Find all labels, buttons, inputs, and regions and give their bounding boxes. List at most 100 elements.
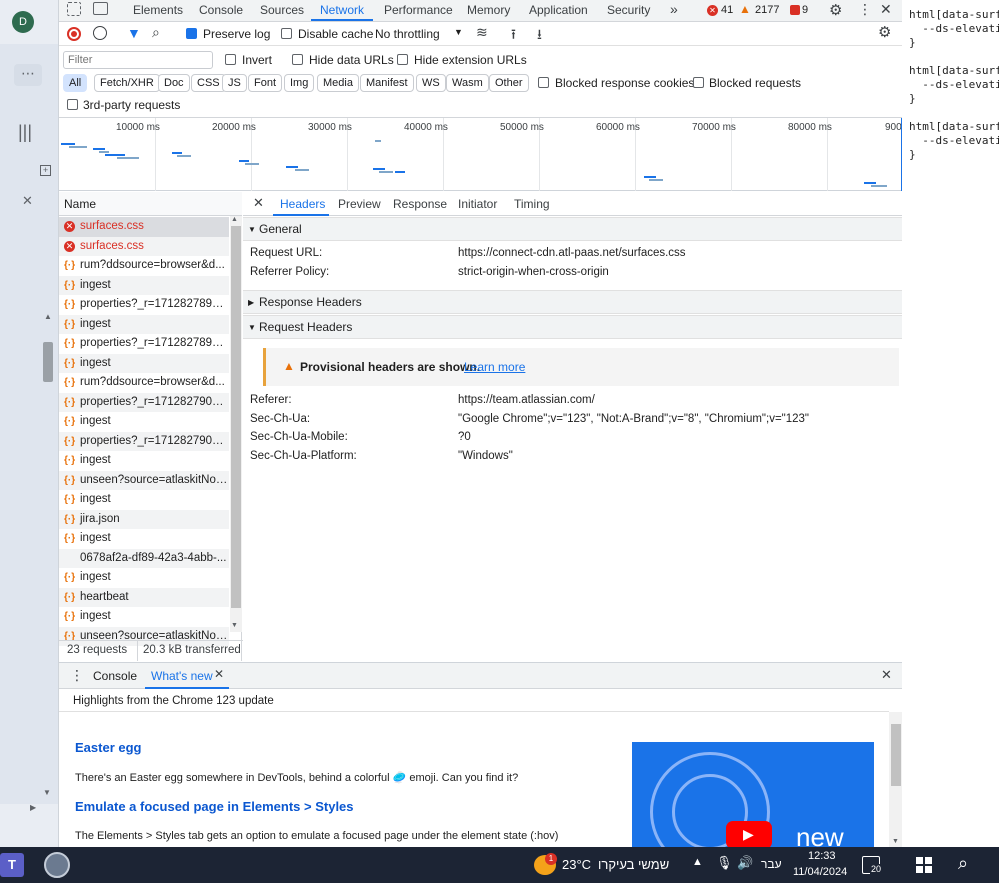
request-row[interactable]: {·} ingest (59, 529, 229, 549)
scroll-down-icon[interactable]: ▼ (892, 838, 899, 845)
general-section-header[interactable]: ▼ General (243, 217, 903, 241)
more-icon[interactable]: ⋯ (14, 64, 42, 86)
chip-all[interactable]: All (63, 74, 88, 92)
search-icon[interactable]: ⌕ (152, 24, 160, 41)
request-row[interactable]: {·} ingest (59, 353, 229, 373)
promo-thumbnail[interactable]: ▶ new (632, 742, 874, 849)
scrollbar-thumb[interactable] (43, 342, 53, 382)
close-drawer-icon[interactable]: ✕ (881, 667, 892, 683)
drawer-scrollbar[interactable]: ▼ (889, 712, 903, 849)
request-row[interactable]: {·} ingest (59, 451, 229, 471)
request-row[interactable]: {·} ingest (59, 607, 229, 627)
throttling-select[interactable]: No throttling (375, 27, 440, 41)
weather-text[interactable]: שמשי בעיקרו (598, 857, 669, 872)
request-row[interactable]: {·} properties?_r=17128278957... (59, 334, 229, 354)
tray-chevron-icon[interactable]: ▲ (692, 856, 703, 868)
tab-security[interactable]: Security (607, 3, 650, 17)
upload-icon[interactable]: ⭱ (511, 24, 516, 48)
download-icon[interactable]: ⭳ (537, 24, 542, 48)
blocked-cookies-checkbox[interactable] (538, 77, 549, 88)
close-details-icon[interactable]: ✕ (253, 195, 264, 211)
request-row[interactable]: {·} ingest (59, 314, 229, 334)
clear-icon[interactable] (93, 26, 107, 40)
request-row[interactable]: {·} ingest (59, 568, 229, 588)
close-tab-icon[interactable]: ✕ (214, 667, 224, 681)
request-row[interactable]: {·} ingest (59, 275, 229, 295)
chip-other[interactable]: Other (489, 74, 529, 92)
request-row[interactable]: {·} jira.json (59, 509, 229, 529)
tab-preview[interactable]: Preview (338, 197, 381, 211)
request-row[interactable]: 0678af2a-df89-42a3-4abb-... (59, 548, 229, 568)
request-row[interactable]: {·} rum?ddsource=browser&d... (59, 373, 229, 393)
request-row[interactable]: {·} properties?_r=17128279027... (59, 392, 229, 412)
scroll-right-icon[interactable]: ▶ (30, 803, 36, 812)
chip-manifest[interactable]: Manifest (360, 74, 414, 92)
request-scrollbar[interactable]: ▲ ▼ (230, 216, 242, 632)
more-tabs-icon[interactable]: » (670, 1, 678, 17)
tab-response[interactable]: Response (393, 197, 447, 211)
chip-img[interactable]: Img (284, 74, 315, 92)
learn-more-link[interactable]: Learn more (464, 360, 525, 374)
tab-application[interactable]: Application (529, 3, 588, 17)
scroll-up-icon[interactable]: ▲ (44, 312, 52, 321)
disable-cache-checkbox[interactable] (281, 28, 292, 39)
youtube-play-icon[interactable]: ▶ (726, 821, 772, 849)
volume-icon[interactable]: 🔊 (737, 855, 753, 871)
tab-network[interactable]: Network (320, 3, 364, 17)
scroll-up-icon[interactable]: ▲ (231, 216, 238, 223)
network-overview-timeline[interactable]: 10000 ms 20000 ms 30000 ms 40000 ms 5000… (59, 118, 903, 191)
kebab-menu-icon[interactable]: ⋮ (858, 1, 872, 18)
request-headers-section-header[interactable]: ▼ Request Headers (243, 315, 903, 339)
tab-initiator[interactable]: Initiator (458, 197, 497, 211)
language-indicator[interactable]: עבר (761, 857, 782, 871)
response-headers-section-header[interactable]: ▶ Response Headers (243, 290, 903, 314)
request-row[interactable]: ✕ surfaces.css (59, 217, 229, 237)
chip-media[interactable]: Media (317, 74, 359, 92)
scrollbar-thumb[interactable] (231, 226, 241, 608)
chip-doc[interactable]: Doc (158, 74, 190, 92)
issues-count[interactable]: 9 (802, 4, 808, 16)
panel-icon[interactable]: ||| (18, 122, 32, 143)
close-icon[interactable]: ✕ (22, 193, 33, 209)
request-row[interactable]: {·} heartbeat (59, 587, 229, 607)
teams-app-icon[interactable]: T (0, 853, 24, 877)
chip-ws[interactable]: WS (416, 74, 446, 92)
name-column-header[interactable]: Name (59, 192, 242, 216)
tab-sources[interactable]: Sources (260, 3, 304, 17)
tab-headers[interactable]: Headers (280, 197, 325, 211)
clock-date[interactable]: 11/04/2024 (793, 866, 847, 878)
drawer-tab-console[interactable]: Console (93, 669, 137, 683)
chevron-down-icon[interactable]: ▼ (454, 27, 463, 37)
windows-start-icon[interactable] (916, 857, 932, 873)
app-icon[interactable] (44, 852, 70, 878)
request-row[interactable]: {·} rum?ddsource=browser&d... (59, 256, 229, 276)
blocked-requests-checkbox[interactable] (693, 77, 704, 88)
settings-gear-icon[interactable]: ⚙ (829, 1, 842, 19)
scroll-down-icon[interactable]: ▼ (231, 622, 238, 629)
scroll-down-icon[interactable]: ▼ (43, 788, 51, 797)
avatar[interactable]: D (12, 11, 34, 33)
tab-timing[interactable]: Timing (514, 197, 550, 211)
request-row[interactable]: {·} ingest (59, 490, 229, 510)
chip-wasm[interactable]: Wasm (446, 74, 489, 92)
request-row[interactable]: {·} properties?_r=17128279097... (59, 431, 229, 451)
network-conditions-icon[interactable]: ≋ (476, 24, 488, 41)
tab-elements[interactable]: Elements (133, 3, 183, 17)
preserve-log-checkbox[interactable] (186, 28, 197, 39)
network-settings-icon[interactable]: ⚙ (878, 23, 891, 41)
third-party-checkbox[interactable] (67, 99, 78, 110)
drawer-tab-whats-new[interactable]: What's new (151, 669, 213, 683)
add-icon[interactable]: + (40, 165, 51, 176)
inspect-icon[interactable] (67, 2, 81, 16)
tab-performance[interactable]: Performance (384, 3, 453, 17)
request-row[interactable]: {·} unseen?source=atlaskitNoti... (59, 470, 229, 490)
tab-console[interactable]: Console (199, 3, 243, 17)
close-devtools-icon[interactable]: ✕ (880, 1, 892, 18)
chip-js[interactable]: JS (222, 74, 247, 92)
warning-count[interactable]: 2177 (755, 4, 779, 16)
scrollbar-thumb[interactable] (891, 724, 901, 786)
request-row[interactable]: {·} ingest (59, 412, 229, 432)
clock-time[interactable]: 12:33 (808, 850, 836, 862)
request-row[interactable]: ✕ surfaces.css (59, 236, 229, 256)
chip-css[interactable]: CSS (191, 74, 226, 92)
